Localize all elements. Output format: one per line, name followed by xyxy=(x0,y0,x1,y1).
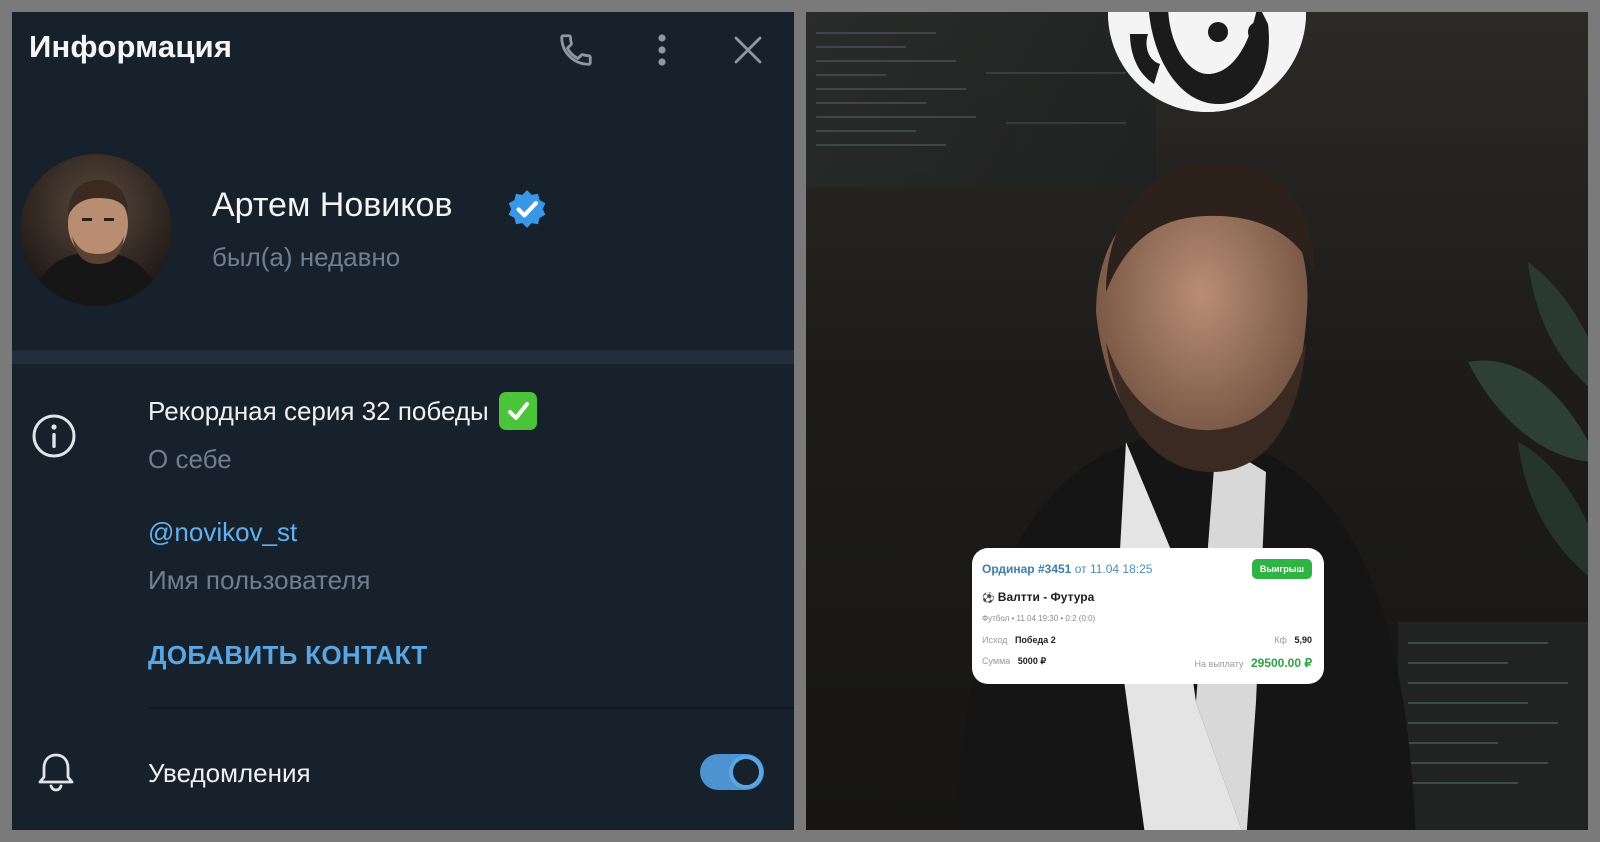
bet-number: #3451 xyxy=(1037,562,1072,576)
odds-label: Кф xyxy=(1274,635,1287,645)
panel-header: Информация xyxy=(12,12,794,82)
more-vertical-icon xyxy=(658,34,666,66)
info-icon xyxy=(32,414,76,458)
last-seen-status: был(а) недавно xyxy=(212,242,401,272)
bet-date: 11.04 18:25 xyxy=(1089,562,1153,576)
verified-badge-icon xyxy=(508,190,546,228)
profile-name: Артем Новиков xyxy=(212,186,453,224)
soccer-ball-icon: ⚽ xyxy=(982,593,995,604)
bio-text: Рекордная серия 32 победы xyxy=(148,395,489,426)
username-label: Имя пользователя xyxy=(148,565,371,595)
code-overlay-secondary xyxy=(1398,622,1588,830)
outcome-label: Исход xyxy=(982,635,1008,645)
bet-type: Ординар xyxy=(982,562,1035,576)
bio-text-row: Рекордная серия 32 победы xyxy=(148,392,537,430)
panel-title: Информация xyxy=(29,29,233,64)
notifications-toggle[interactable] xyxy=(700,754,764,790)
row-divider xyxy=(148,707,794,709)
bet-match: ⚽ Валтти - Футура xyxy=(982,590,1094,604)
person-photo xyxy=(956,162,1416,830)
promo-photo: Ординар #3451 от 11.04 18:25 Выигрыш ⚽ В… xyxy=(806,12,1588,830)
bet-slip-card: Ординар #3451 от 11.04 18:25 Выигрыш ⚽ В… xyxy=(972,548,1324,684)
profile-section: Артем Новиков был(а) недавно xyxy=(12,82,794,350)
username-link[interactable]: @novikov_st xyxy=(148,517,297,548)
plant-decoration xyxy=(1468,262,1588,576)
avatar-photo xyxy=(20,154,172,306)
bet-outcome-row: Исход Победа 2 Кф 5,90 xyxy=(982,635,1312,645)
bet-title: Ординар #3451 от 11.04 18:25 xyxy=(982,562,1152,576)
win-badge: Выигрыш xyxy=(1251,559,1312,579)
bet-stake-row: Сумма 5000 ₽ На выплату 29500.00 ₽ xyxy=(982,656,1312,670)
odds-value: 5,90 xyxy=(1294,635,1312,645)
bell-icon xyxy=(38,753,74,792)
stake-label: Сумма xyxy=(982,656,1011,666)
section-divider xyxy=(12,350,794,364)
bio-label: О себе xyxy=(148,444,232,474)
more-options-button[interactable] xyxy=(642,30,682,70)
outcome-value: Победа 2 xyxy=(1014,635,1056,645)
payout-label: На выплату xyxy=(1194,659,1244,669)
close-button[interactable] xyxy=(728,30,768,70)
notifications-label: Уведомления xyxy=(148,758,311,788)
payout-value: 29500.00 ₽ xyxy=(1250,656,1312,670)
phone-icon xyxy=(560,34,592,66)
check-mark-emoji xyxy=(498,392,537,430)
call-button[interactable] xyxy=(556,30,596,70)
close-icon xyxy=(734,36,762,64)
bet-match-name: Валтти - Футура xyxy=(997,590,1095,604)
user-info-panel: Информация Артем Новиков был(а) недавно … xyxy=(12,12,794,830)
screenshot-frame: Информация Артем Новиков был(а) недавно … xyxy=(0,0,1600,842)
add-contact-button[interactable]: ДОБАВИТЬ КОНТАКТ xyxy=(148,640,428,671)
avatar[interactable] xyxy=(20,154,172,306)
stake-value: 5000 ₽ xyxy=(1017,656,1047,666)
bet-meta: Футбол • 11.04 19:30 • 0:2 (0:0) xyxy=(982,614,1096,623)
toggle-knob xyxy=(729,755,763,789)
bet-date-prefix: от xyxy=(1074,562,1087,576)
